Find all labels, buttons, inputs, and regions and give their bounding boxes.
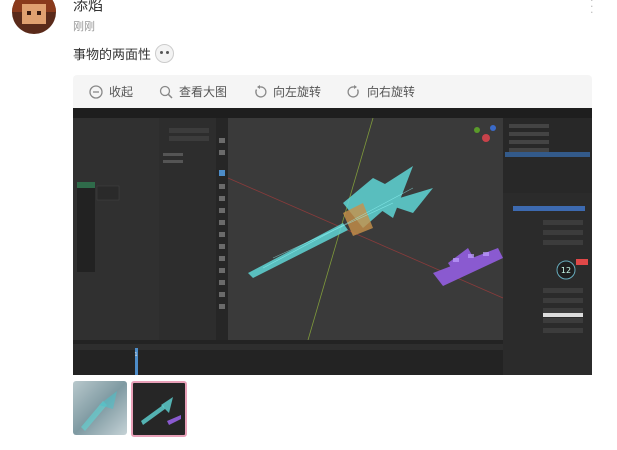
cat-emoji-icon: [155, 44, 175, 63]
collapse-label: 收起: [109, 85, 134, 99]
collapse-icon: [89, 84, 103, 99]
overlay-badge-text: 12: [561, 266, 571, 275]
post-content: 事物的两面性: [73, 44, 175, 63]
thumbnail-2-image: [141, 397, 181, 425]
properties-panel: [159, 118, 216, 340]
rotate-left-button[interactable]: 向左旋转: [253, 83, 321, 100]
rotate-left-icon: [255, 84, 267, 98]
image-viewer[interactable]: 12 1: [73, 108, 592, 375]
blender-top-bar: [73, 108, 592, 118]
avatar-eye-left: [27, 11, 31, 15]
post-text: 事物的两面性: [73, 48, 152, 63]
magnifier-icon: [159, 85, 173, 99]
rotate-right-button[interactable]: 向右旋转: [347, 83, 415, 100]
avatar-eye-right: [37, 11, 41, 15]
avatar-face: [22, 4, 46, 24]
node-box: [77, 182, 95, 272]
blender-screenshot: 12 1: [73, 108, 592, 375]
rotate-left-label: 向左旋转: [273, 85, 322, 99]
rotate-right-label: 向右旋转: [367, 85, 416, 99]
collapse-button[interactable]: 收起: [89, 83, 133, 100]
thumbnail-strip: [73, 381, 187, 437]
thumbnail-2[interactable]: [131, 381, 187, 437]
username[interactable]: 添焰: [73, 0, 103, 15]
right-properties-panel: [503, 193, 592, 340]
thumbnail-1[interactable]: [73, 381, 127, 435]
rotate-right-icon: [347, 84, 359, 98]
gizmo-x: [482, 134, 490, 142]
avatar[interactable]: [12, 0, 56, 34]
thumbnail-1-image: [81, 391, 117, 431]
view-large-label: 查看大图: [179, 85, 228, 99]
post-timestamp: 刚刚: [73, 20, 95, 33]
image-toolbar: 收起 查看大图 向左旋转 向右旋转: [73, 75, 592, 108]
current-frame: 1: [134, 352, 137, 358]
more-options-icon[interactable]: · · ·: [590, 0, 598, 18]
view-large-button[interactable]: 查看大图: [159, 83, 227, 100]
